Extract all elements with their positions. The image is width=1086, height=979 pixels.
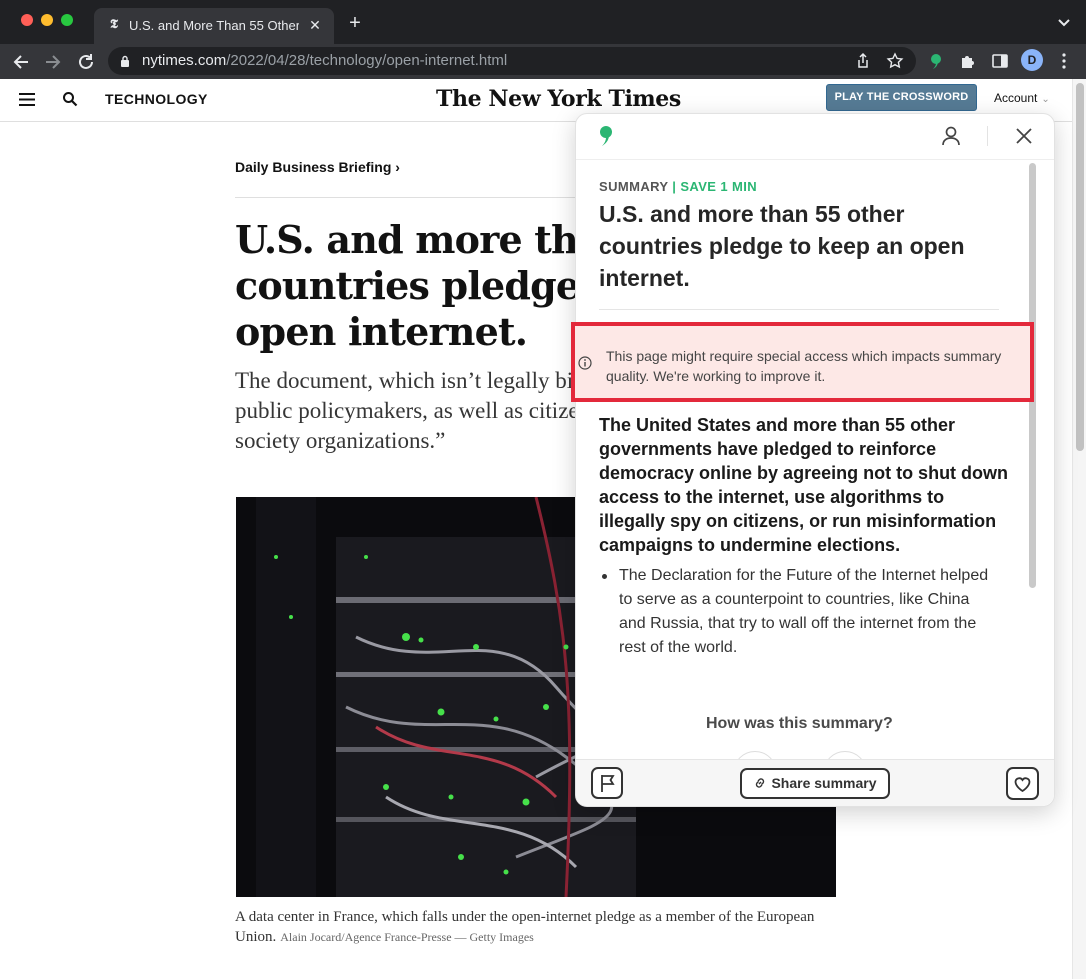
- heart-icon: [1014, 777, 1031, 793]
- lock-icon: [121, 55, 129, 67]
- page-scrollbar-thumb[interactable]: [1076, 83, 1084, 451]
- user-account-icon[interactable]: [940, 125, 962, 147]
- browser-toolbar: nytimes.com/2022/04/28/technology/open-i…: [0, 44, 1086, 79]
- photo-caption: A data center in France, which falls und…: [235, 909, 815, 945]
- share-page-icon[interactable]: [854, 52, 872, 70]
- browser-menu-icon[interactable]: [1056, 51, 1072, 71]
- save-time-badge: SAVE 1 MIN: [680, 179, 758, 194]
- bookmark-star-icon[interactable]: [886, 52, 904, 70]
- chevron-right-icon: ›: [395, 159, 400, 175]
- site-logo[interactable]: The New York Times: [436, 85, 681, 113]
- flag-icon: [601, 775, 615, 792]
- favorite-heart-button[interactable]: [1006, 767, 1039, 800]
- address-bar[interactable]: nytimes.com/2022/04/28/technology/open-i…: [108, 47, 916, 75]
- reload-icon[interactable]: [75, 51, 97, 73]
- search-icon[interactable]: [62, 91, 78, 107]
- url-text: nytimes.com/2022/04/28/technology/open-i…: [142, 52, 508, 69]
- summary-extension-icon[interactable]: [926, 51, 946, 71]
- access-warning-banner: This page might require special access w…: [571, 322, 1034, 402]
- browser-tab[interactable]: 𝕿 U.S. and More Than 55 Other C ✕: [94, 8, 334, 44]
- page-scrollbar[interactable]: [1072, 79, 1086, 979]
- divider: [599, 309, 999, 310]
- summary-bullet: The Declaration for the Future of the In…: [619, 567, 989, 656]
- info-icon: [578, 356, 592, 370]
- close-window-button[interactable]: [21, 14, 33, 26]
- extensions-puzzle-icon[interactable]: [958, 51, 978, 71]
- link-icon: [756, 778, 765, 788]
- report-flag-button[interactable]: [591, 767, 623, 799]
- chevron-down-icon: ⌄: [1041, 94, 1050, 105]
- play-crossword-button[interactable]: PLAY THE CROSSWORD: [826, 84, 977, 111]
- summary-lead: The United States and more than 55 other…: [599, 415, 1009, 555]
- bullet-icon: [602, 574, 607, 579]
- share-summary-button[interactable]: Share summary: [740, 768, 890, 799]
- feedback-question: How was this summary?: [706, 715, 893, 732]
- account-menu[interactable]: Account ⌄: [994, 91, 1050, 105]
- kicker-link[interactable]: Daily Business Briefing ›: [235, 159, 400, 175]
- forward-arrow-icon[interactable]: [42, 51, 64, 73]
- maximize-window-button[interactable]: [61, 14, 73, 26]
- nyt-favicon-icon: 𝕿: [110, 17, 118, 32]
- photo-credit: Alain Jocard/Agence France-Presse — Gett…: [280, 930, 534, 944]
- browser-tab-strip: 𝕿 U.S. and More Than 55 Other C ✕ +: [0, 0, 1086, 44]
- close-icon[interactable]: [1014, 126, 1034, 146]
- hamburger-menu-icon[interactable]: [19, 93, 35, 106]
- extension-logo-icon: [600, 126, 612, 146]
- warning-text: This page might require special access w…: [606, 348, 1002, 384]
- summary-title: U.S. and more than 55 other countries pl…: [599, 201, 965, 291]
- section-label[interactable]: TECHNOLOGY: [105, 91, 208, 107]
- tab-title: U.S. and More Than 55 Other C: [129, 18, 299, 33]
- tab-close-icon[interactable]: ✕: [306, 16, 324, 34]
- header-divider: [987, 126, 988, 146]
- account-label: Account: [994, 91, 1038, 105]
- profile-avatar[interactable]: D: [1021, 49, 1043, 71]
- panel-header: [576, 114, 1054, 160]
- minimize-window-button[interactable]: [41, 14, 53, 26]
- back-arrow-icon[interactable]: [10, 51, 32, 73]
- new-tab-icon[interactable]: +: [344, 12, 366, 34]
- side-panel-icon[interactable]: [990, 51, 1010, 71]
- tab-search-chevron-icon[interactable]: [1056, 14, 1072, 30]
- summary-label: SUMMARY | SAVE 1 MIN: [599, 179, 758, 194]
